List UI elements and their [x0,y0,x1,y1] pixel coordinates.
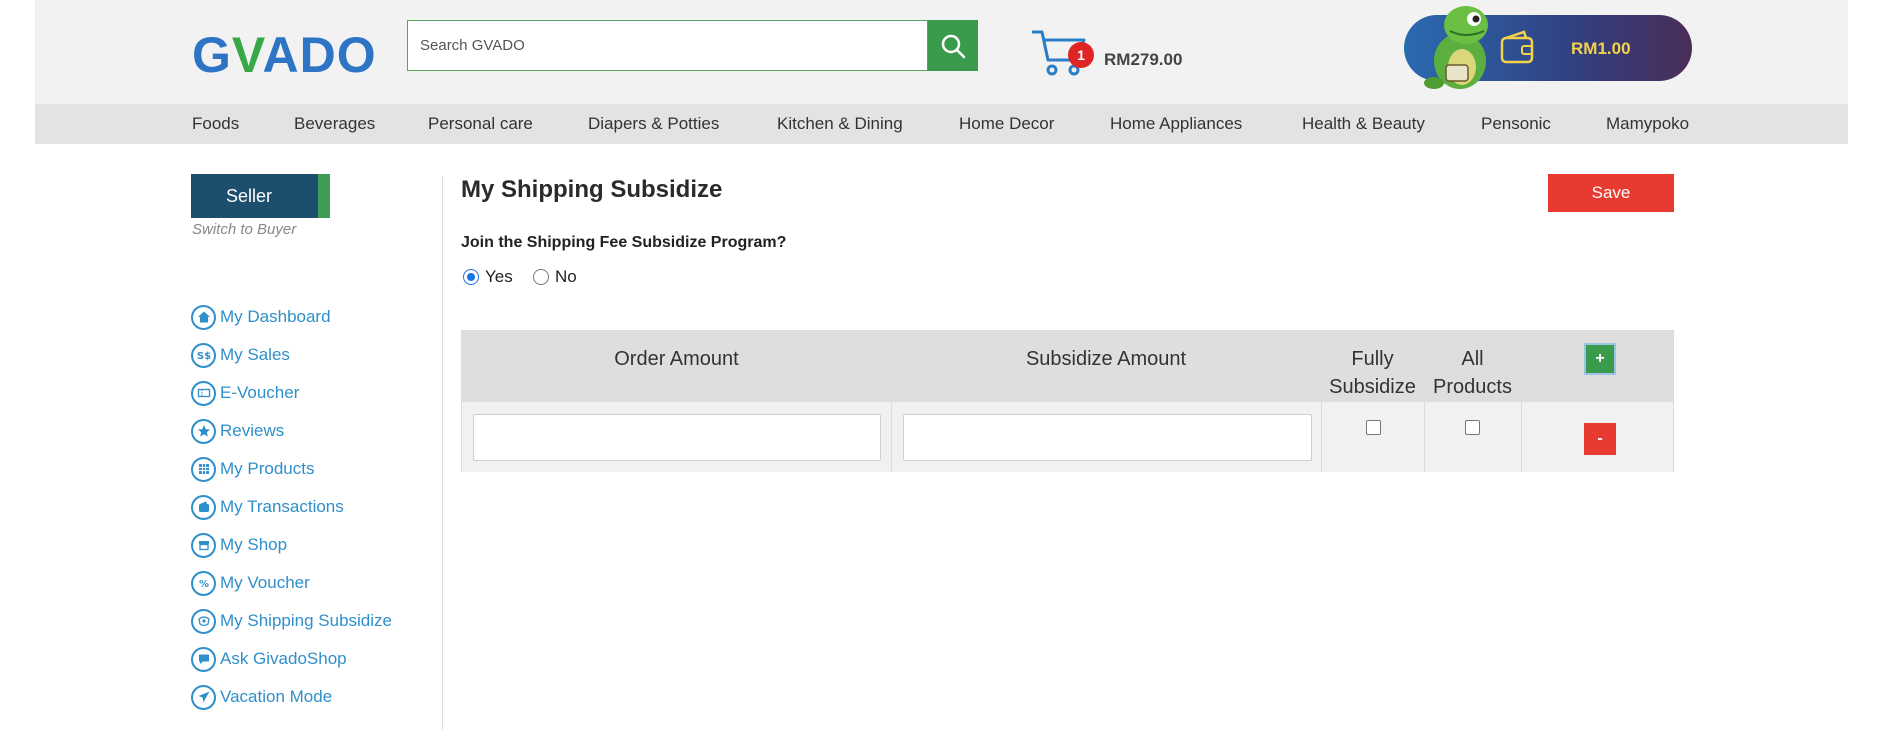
nav-item-home-decor[interactable]: Home Decor [959,114,1054,134]
sidebar-item-my-shipping-subsidize[interactable]: My Shipping Subsidize [191,608,392,634]
column-divider [891,402,892,472]
star-icon [191,418,216,444]
sidebar-item-my-sales[interactable]: S$ My Sales [191,342,290,368]
column-divider [1521,402,1522,472]
sidebar-item-label: Ask GivadoShop [220,649,347,668]
sidebar-item-label: My Shop [220,535,288,554]
nav-item-pensonic[interactable]: Pensonic [1481,114,1551,134]
col-header-all-products: All Products [1433,348,1512,398]
sidebar-item-label: My Sales [220,345,290,364]
sidebar-item-label: Vacation Mode [220,687,333,706]
svg-text:S$: S$ [197,351,211,362]
shipping-icon [191,608,216,634]
column-divider [1321,402,1322,472]
shop-icon [191,532,216,558]
radio-option-yes[interactable]: Yes [463,266,513,288]
subsidize-program-question: Join the Shipping Fee Subsidize Program? [461,234,787,251]
save-button[interactable]: Save [1548,174,1674,212]
voucher-icon [191,380,216,406]
wallet-icon [191,494,216,520]
wallet-icon [1500,30,1534,64]
sidebar-item-vacation-mode[interactable]: Vacation Mode [191,684,332,710]
search-box [407,20,928,71]
radio-yes-button[interactable] [463,269,479,285]
sidebar-item-label: E-Voucher [220,383,300,402]
sidebar-item-reviews[interactable]: Reviews [191,418,284,444]
cart-count-badge: 1 [1068,42,1094,68]
page-title: My Shipping Subsidize [461,176,723,203]
sidebar-item-label: My Dashboard [220,307,331,326]
subsidize-amount-input[interactable] [903,414,1312,461]
search-button[interactable] [928,20,978,71]
nav-item-personal-care[interactable]: Personal care [428,114,533,134]
radio-option-no[interactable]: No [533,266,577,288]
sidebar-item-label: My Products [220,459,315,478]
nav-item-home-appliances[interactable]: Home Appliances [1110,114,1242,134]
column-divider [1424,402,1425,472]
search-input[interactable] [408,21,927,70]
seller-button[interactable]: Seller [191,174,330,218]
dollar-icon: S$ [191,342,216,368]
col-header-fully-subsidize: Fully Subsidize [1329,348,1416,398]
sidebar-item-label: My Transactions [220,497,344,516]
nav-item-health-beauty[interactable]: Health & Beauty [1302,114,1425,134]
radio-yes-label: Yes [485,267,513,286]
nav-item-diapers-potties[interactable]: Diapers & Potties [588,114,719,134]
sidebar-item-my-dashboard[interactable]: My Dashboard [191,304,331,330]
cart-amount: RM279.00 [1104,50,1183,69]
home-icon [191,304,216,330]
sidebar-item-label: My Voucher [220,573,310,592]
add-row-button[interactable]: + [1584,343,1616,375]
wallet-amount: RM1.00 [1571,39,1631,58]
plane-icon [191,684,216,710]
remove-row-button[interactable]: - [1584,423,1616,455]
sidebar-divider [442,176,443,730]
col-header-order-amount: Order Amount [614,348,739,370]
radio-no-label: No [555,267,577,286]
nav-item-mamypoko[interactable]: Mamypoko [1606,114,1689,134]
sidebar-item-my-shop[interactable]: My Shop [191,532,287,558]
svg-text:%: % [198,579,208,590]
sidebar-item-my-voucher[interactable]: % My Voucher [191,570,310,596]
grid-icon [191,456,216,482]
sidebar-item-my-transactions[interactable]: My Transactions [191,494,344,520]
dinosaur-mascot-icon [1424,6,1488,89]
nav-item-kitchen-dining[interactable]: Kitchen & Dining [777,114,903,134]
radio-no-button[interactable] [533,269,549,285]
chat-icon [191,646,216,672]
sidebar-item-e-voucher[interactable]: E-Voucher [191,380,299,406]
subsidize-table: Order Amount Subsidize Amount Fully Subs… [461,330,1674,472]
sidebar-item-label: My Shipping Subsidize [220,611,392,630]
nav-item-beverages[interactable]: Beverages [294,114,375,134]
sidebar-item-ask-givadoshop[interactable]: Ask GivadoShop [191,646,347,672]
switch-to-buyer-link[interactable]: Switch to Buyer [192,221,296,238]
sidebar-item-label: Reviews [220,421,285,440]
all-products-checkbox[interactable] [1465,420,1480,435]
fully-subsidize-checkbox[interactable] [1366,420,1381,435]
gvado-logo[interactable]: GVADO [192,26,377,84]
nav-item-foods[interactable]: Foods [192,114,239,134]
col-header-subsidize-amount: Subsidize Amount [1025,348,1187,370]
percent-icon: % [191,570,216,596]
order-amount-input[interactable] [473,414,881,461]
search-icon [941,34,966,58]
sidebar-item-my-products[interactable]: My Products [191,456,314,482]
